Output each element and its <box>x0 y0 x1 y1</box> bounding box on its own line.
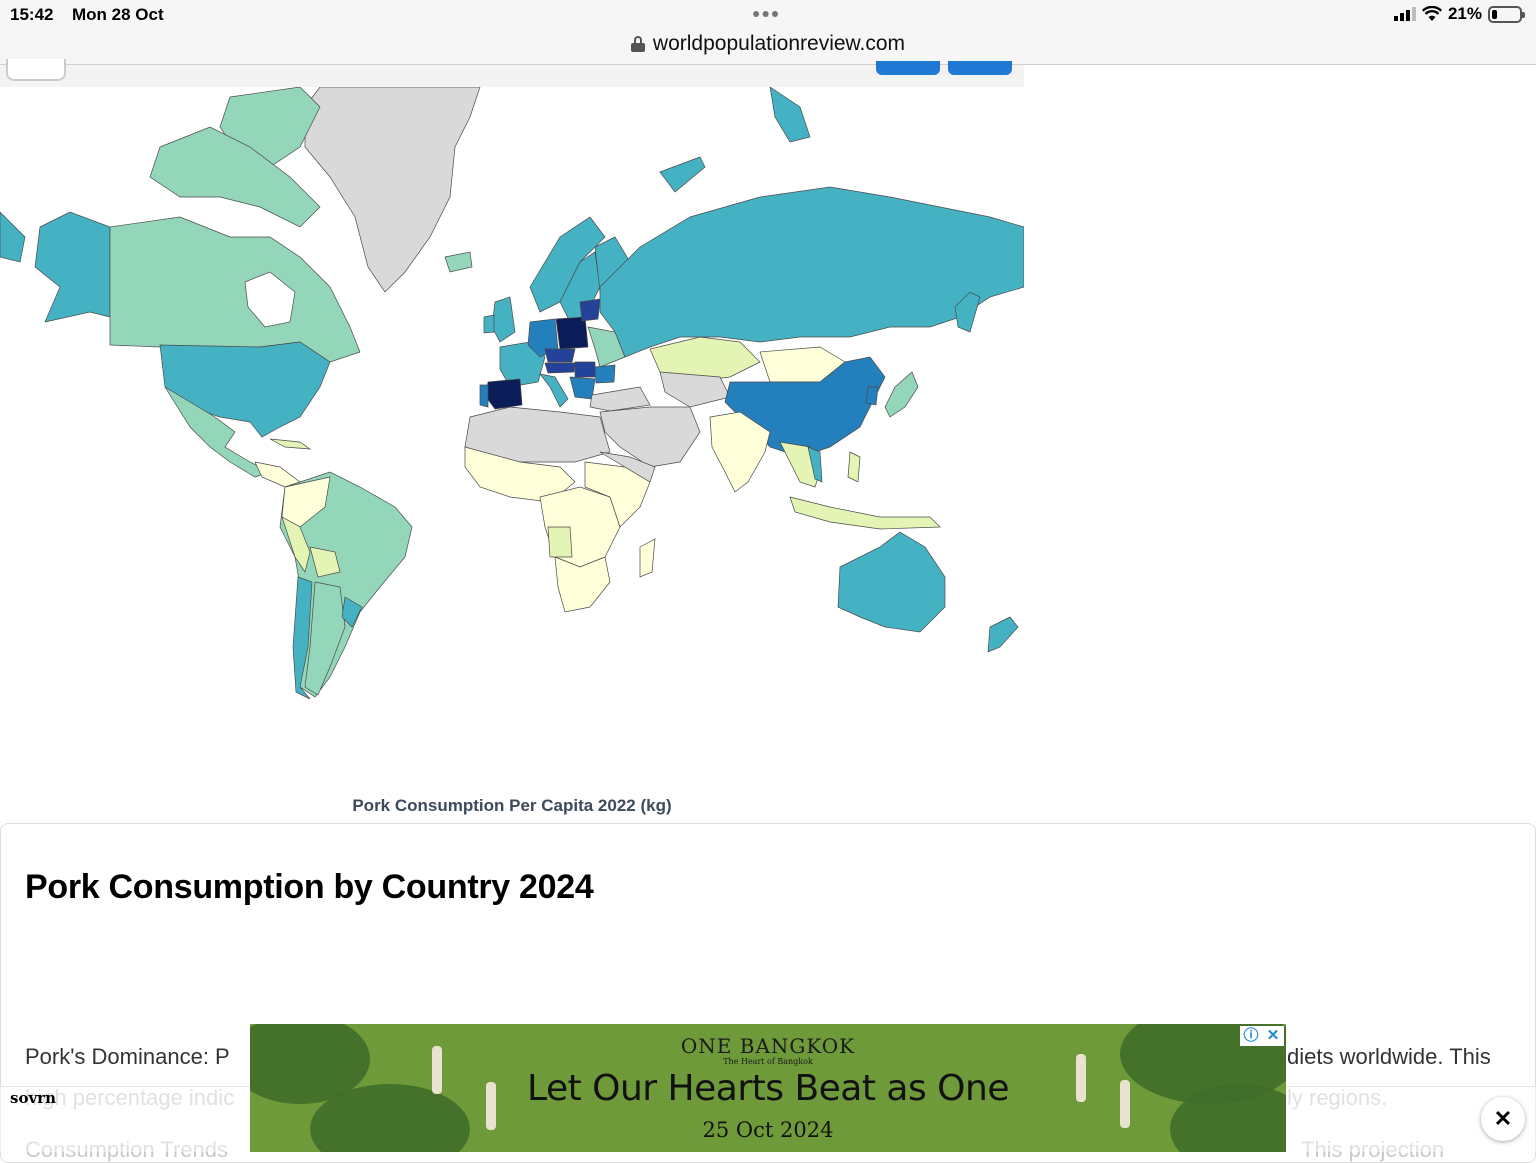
map-region-ireland <box>483 314 495 334</box>
close-icon: ✕ <box>1493 1106 1513 1131</box>
article-title: Pork Consumption by Country 2024 <box>25 868 594 906</box>
article-paragraph-1-start: Pork's Dominance: P <box>25 1044 230 1069</box>
map-region-romania <box>594 364 616 384</box>
map-zoom-button[interactable] <box>876 61 940 75</box>
map-reset-button[interactable] <box>948 61 1012 75</box>
map-region-australia <box>837 531 946 633</box>
map-region-czechia <box>544 348 576 363</box>
map-region-alaska <box>34 211 111 323</box>
map-region-indonesia <box>789 496 941 530</box>
map-region-hungary <box>574 361 596 378</box>
ad-brand-tagline: The Heart of Bangkok <box>723 1057 813 1066</box>
status-date: Mon 28 Oct <box>72 5 164 24</box>
map-region-iceland <box>444 251 473 273</box>
map-region-united-states <box>159 341 331 438</box>
battery-icon <box>1488 5 1525 23</box>
map-region-balkans <box>569 376 596 400</box>
article-paragraph-1-end: diets worldwide. This <box>1287 1044 1491 1069</box>
multitasking-dots-icon[interactable]: ●●● <box>752 5 780 21</box>
map-region-south-korea <box>865 386 879 406</box>
ad-close-button[interactable]: ✕ <box>1481 1097 1525 1141</box>
map-region-austria <box>544 362 576 374</box>
map-menu-button[interactable] <box>6 59 66 81</box>
status-time: 15:42 <box>10 5 54 24</box>
ad-brand: ONE BANGKOK <box>680 1034 856 1058</box>
ad-headline: Let Our Hearts Beat as One <box>527 1068 1009 1109</box>
map-region-russia <box>599 186 1024 358</box>
wifi-icon <box>1421 6 1442 21</box>
status-indicators: 21% <box>1393 4 1525 24</box>
map-region-poland <box>555 316 589 350</box>
map-region-angola <box>547 526 573 558</box>
world-map <box>0 87 1024 700</box>
map-region-italy <box>539 373 569 408</box>
map-region-madagascar <box>639 538 656 578</box>
info-icon[interactable]: ⓘ <box>1240 1026 1262 1046</box>
battery-percent: 21% <box>1447 4 1482 23</box>
map-region-spain <box>485 378 523 410</box>
ad-banner[interactable]: ONE BANGKOK The Heart of Bangkok Let Our… <box>250 1024 1286 1152</box>
url-text[interactable]: worldpopulationreview.com <box>653 32 905 56</box>
map-region-baltics <box>579 298 601 322</box>
map-region-portugal <box>479 384 489 408</box>
close-icon[interactable]: ✕ <box>1262 1026 1284 1046</box>
ad-choices[interactable]: ⓘ ✕ <box>1240 1026 1284 1046</box>
map-region-united-kingdom <box>491 296 516 343</box>
address-bar[interactable]: worldpopulationreview.com <box>0 30 1536 65</box>
map-region-turkey <box>589 386 651 412</box>
map-region-japan <box>884 371 919 418</box>
battery-level <box>1492 9 1497 19</box>
lock-icon <box>630 36 645 52</box>
cellular-signal-icon <box>1393 7 1416 21</box>
map-toolbar <box>0 59 1024 87</box>
ad-network-logo[interactable]: sovrn <box>10 1089 56 1107</box>
map-region-philippines <box>847 451 861 483</box>
map-region-central-asia <box>659 371 731 408</box>
choropleth-map-panel: Pork Consumption Per Capita 2022 (kg) 0 … <box>0 59 1024 847</box>
map-region-canada <box>109 216 361 363</box>
legend-title: Pork Consumption Per Capita 2022 (kg) <box>352 796 672 815</box>
status-bar: 15:42 Mon 28 Oct ●●● 21% <box>0 0 1536 30</box>
map-region-new-zealand <box>987 616 1019 653</box>
ad-date: 25 Oct 2024 <box>702 1118 834 1142</box>
